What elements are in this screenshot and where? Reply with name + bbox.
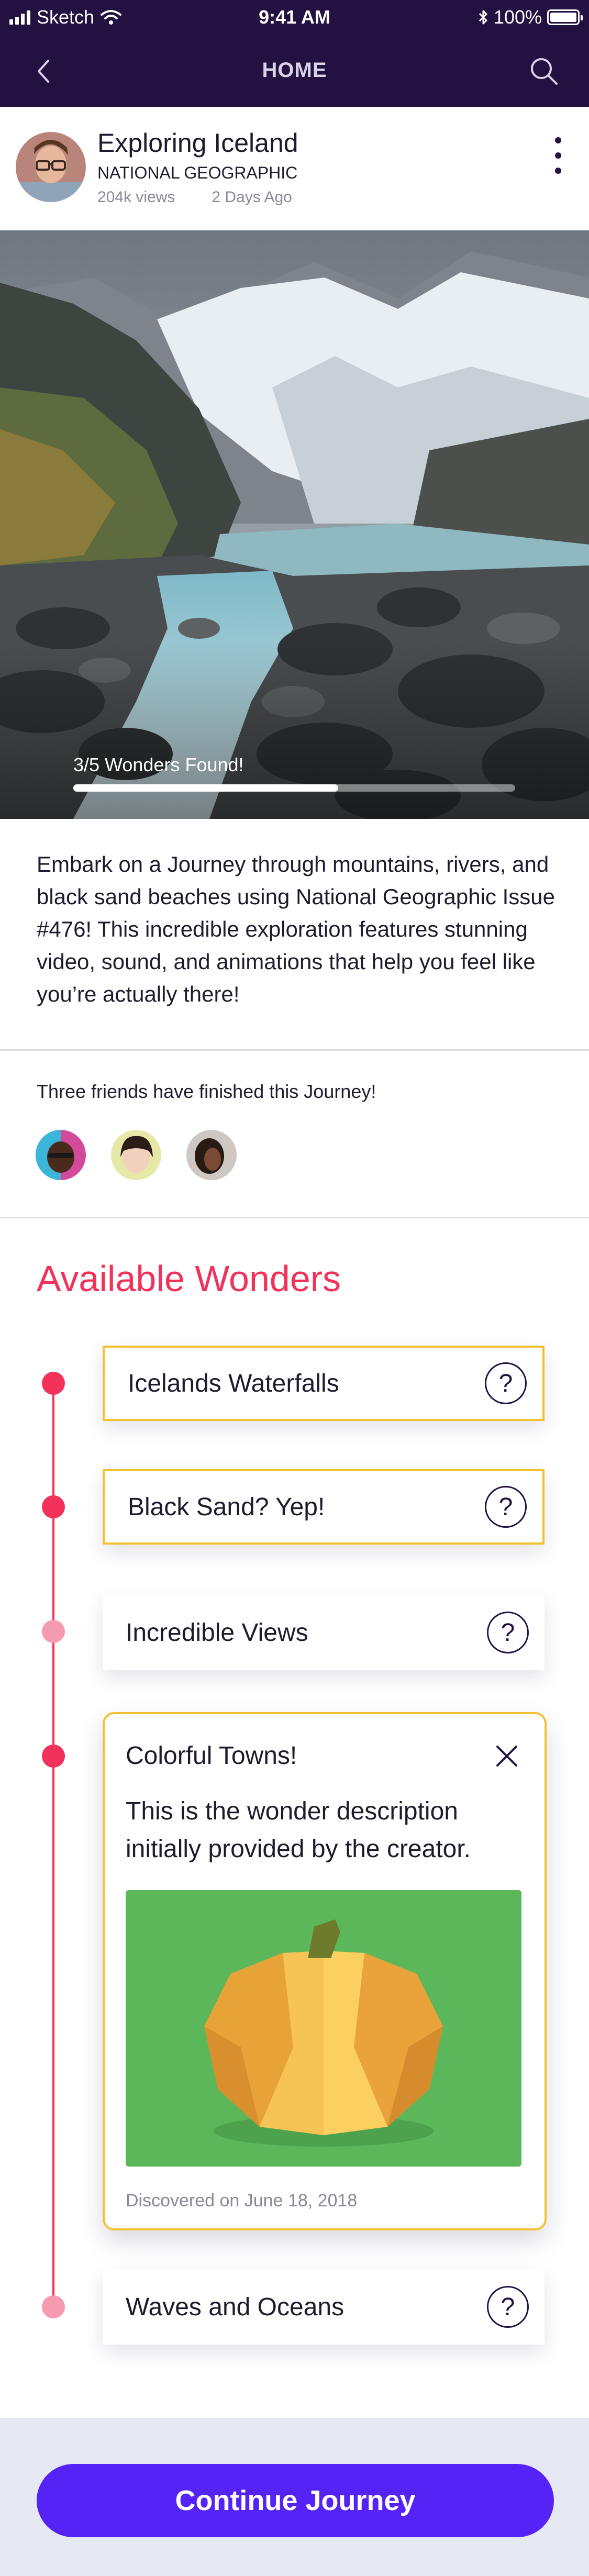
nav-title: HOME — [262, 59, 327, 82]
friend-avatar[interactable] — [36, 1130, 86, 1180]
post-title: Exploring Iceland — [97, 128, 298, 158]
bluetooth-icon — [479, 10, 487, 25]
footer: Continue Journey — [0, 2418, 589, 2576]
section-divider — [0, 1217, 589, 1218]
timeline-dot — [42, 1620, 65, 1643]
wonder-timeline — [52, 1382, 54, 2309]
hero-image: 3/5 Wonders Found! — [0, 230, 589, 819]
journey-description: Embark on a Journey through mountains, r… — [37, 852, 555, 1006]
wonder-label: Black Sand? Yep! — [128, 1493, 325, 1521]
battery-icon — [547, 9, 583, 25]
publisher-name: NATIONAL GEOGRAPHIC — [97, 163, 298, 182]
help-icon[interactable]: ? — [485, 1362, 527, 1404]
battery-label: 100% — [493, 6, 542, 28]
more-options-icon[interactable] — [552, 137, 564, 174]
progress-label: 3/5 Wonders Found! — [73, 754, 244, 775]
discovered-date: Discovered on June 18, 2018 — [126, 2191, 358, 2211]
nav-bar: HOME — [0, 37, 589, 107]
author-avatar[interactable] — [16, 132, 86, 202]
wonder-detail-title: Colorful Towns! — [126, 1742, 297, 1770]
help-icon[interactable]: ? — [487, 2286, 529, 2328]
help-icon[interactable]: ? — [487, 1612, 529, 1653]
wonders-title: Available Wonders — [37, 1258, 341, 1299]
post-age: 2 Days Ago — [212, 188, 292, 206]
status-right: 100% — [478, 6, 583, 28]
help-icon[interactable]: ? — [485, 1486, 527, 1528]
post-header: Exploring Iceland NATIONAL GEOGRAPHIC 20… — [0, 107, 589, 230]
wonder-label: Waves and Oceans — [126, 2293, 344, 2321]
search-icon[interactable] — [528, 55, 560, 87]
friend-avatar[interactable] — [111, 1130, 161, 1180]
top-bar: Sketch 9:41 AM 100% HOME — [0, 0, 589, 107]
wonder-detail-card: Colorful Towns! This is the wonder descr… — [103, 1712, 547, 2230]
continue-journey-button[interactable]: Continue Journey — [37, 2464, 554, 2537]
timeline-dot — [42, 1745, 65, 1768]
landscape-photo — [0, 230, 589, 819]
timeline-dot — [42, 1495, 65, 1518]
progress-bar — [73, 784, 515, 792]
close-icon[interactable] — [492, 1741, 521, 1771]
section-divider — [0, 1049, 589, 1051]
status-bar: Sketch 9:41 AM 100% — [0, 0, 589, 35]
wonder-label: Incredible Views — [126, 1618, 308, 1647]
wonder-card[interactable]: Icelands Waterfalls ? — [103, 1346, 544, 1421]
view-count: 204k views — [97, 188, 175, 206]
wonder-label: Icelands Waterfalls — [128, 1369, 339, 1397]
friends-label: Three friends have finished this Journey… — [37, 1081, 376, 1102]
pumpkin-illustration — [126, 1890, 521, 2167]
post-meta: 204k views 2 Days Ago — [97, 188, 292, 206]
wonder-card[interactable]: Black Sand? Yep! ? — [103, 1469, 544, 1545]
timeline-dot — [42, 1372, 65, 1395]
progress-fill — [73, 784, 339, 792]
timeline-dot — [42, 2295, 65, 2318]
wonder-card[interactable]: Waves and Oceans ? — [103, 2269, 544, 2345]
wonder-detail-description: This is the wonder description initially… — [126, 1797, 471, 1863]
friend-avatar[interactable] — [186, 1130, 237, 1180]
wonder-card[interactable]: Incredible Views ? — [103, 1595, 544, 1670]
